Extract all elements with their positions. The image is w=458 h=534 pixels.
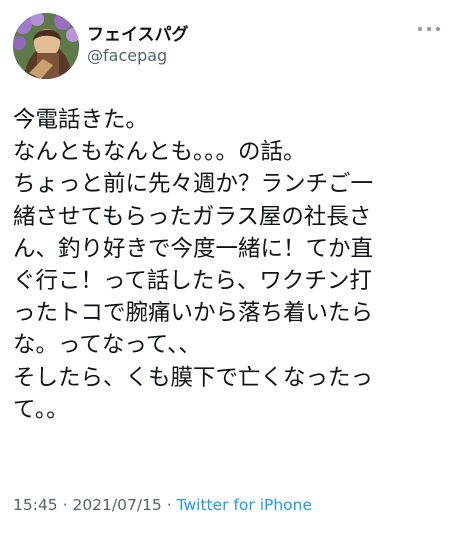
- display-name[interactable]: フェイスパグ: [87, 20, 189, 45]
- tweet-line: なんともなんとも。。。の話。: [13, 139, 306, 166]
- tweet: フェイスパグ @facepag 今電話きた。 なんともなんとも。。。の話。 ちょ…: [0, 0, 458, 534]
- tweet-line: ちょっと前に先々週か？ランチご一: [13, 171, 374, 198]
- tweet-line: そしたら、くも膜下で亡くなったっ: [13, 364, 374, 391]
- avatar-image: [13, 13, 79, 79]
- tweet-date[interactable]: 2021/07/15: [72, 496, 161, 514]
- dot: [418, 27, 422, 31]
- tweet-line: な。ってなって、、: [13, 332, 201, 359]
- meta-separator: ·: [57, 496, 73, 514]
- tweet-text: 今電話きた。 なんともなんとも。。。の話。 ちょっと前に先々週か？ランチご一 緒…: [13, 104, 449, 426]
- tweet-line: ん、釣り好きで今度一緒に！てか直: [13, 235, 374, 262]
- tweet-line: 緒させてもらったガラス屋の社長さ: [13, 203, 372, 230]
- tweet-line: ぐ行こ！って話したら、ワクチン打: [13, 268, 372, 295]
- dot: [436, 27, 440, 31]
- meta-separator: ·: [161, 496, 177, 514]
- tweet-source-link[interactable]: Twitter for iPhone: [177, 496, 312, 514]
- tweet-time[interactable]: 15:45: [13, 496, 58, 514]
- more-options-icon[interactable]: [418, 22, 440, 36]
- tweet-meta: 15:45 · 2021/07/15 · Twitter for iPhone: [13, 496, 312, 514]
- dot: [427, 27, 431, 31]
- avatar[interactable]: [13, 13, 79, 79]
- tweet-line: ったトコで腕痛いから落ち着いたら: [13, 300, 374, 327]
- user-handle[interactable]: @facepag: [87, 46, 167, 65]
- tweet-line: 今電話きた。: [13, 107, 149, 133]
- tweet-line: て。。: [13, 396, 69, 423]
